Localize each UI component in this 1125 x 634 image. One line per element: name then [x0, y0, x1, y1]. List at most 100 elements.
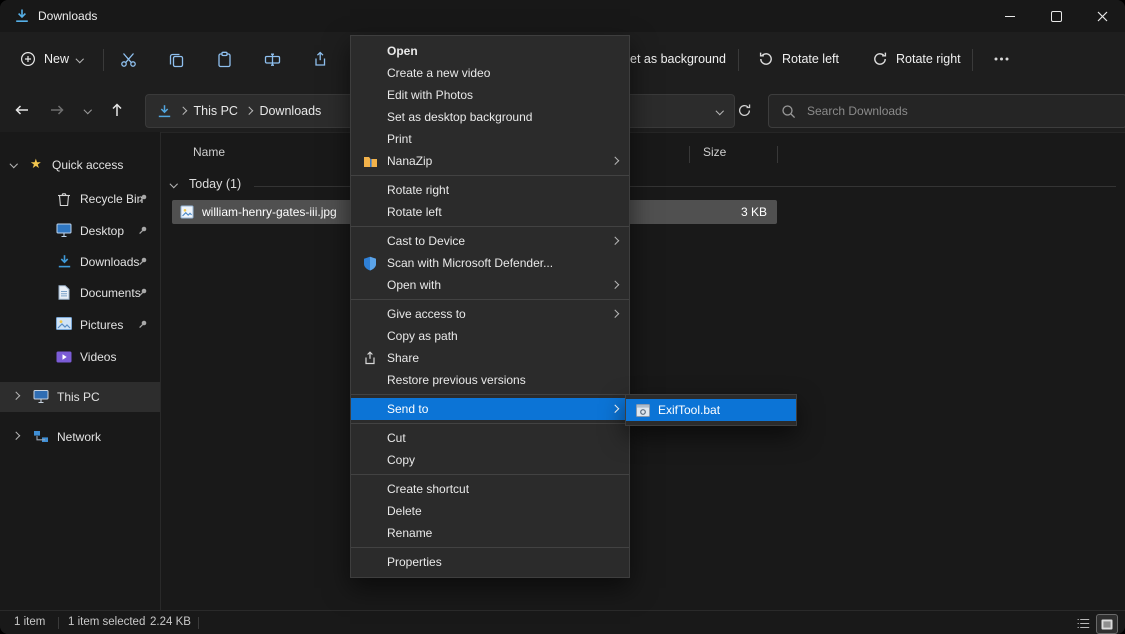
rotate-left-button[interactable]: Rotate left	[748, 43, 849, 75]
up-button[interactable]	[103, 96, 131, 124]
selection-count: 1 item selected	[68, 616, 145, 628]
menu-item-restore-previous-versions[interactable]: Restore previous versions	[351, 369, 629, 391]
chevron-right-icon	[179, 107, 187, 115]
up-icon	[109, 102, 125, 118]
back-icon	[14, 102, 30, 118]
copy-icon	[168, 51, 185, 68]
column-divider[interactable]	[689, 146, 690, 163]
cut-button[interactable]	[109, 43, 147, 75]
refresh-button[interactable]	[730, 96, 758, 124]
sidebar-item-label: Videos	[80, 350, 116, 364]
new-button-label: New	[44, 52, 69, 66]
sidebar-item-videos[interactable]: Videos	[0, 342, 160, 372]
submenu-arrow-icon	[610, 310, 618, 318]
see-more-button[interactable]	[982, 43, 1020, 75]
menu-item-set-as-desktop-background[interactable]: Set as desktop background	[351, 106, 629, 128]
set-as-background-button-clipped[interactable]: et as background	[630, 52, 726, 66]
breadcrumb-this-pc[interactable]: This PC	[194, 104, 238, 118]
minimize-button[interactable]	[987, 0, 1033, 32]
menu-item-send-to[interactable]: Send to	[351, 398, 629, 420]
menu-item-rotate-left[interactable]: Rotate left	[351, 201, 629, 223]
menu-item-open[interactable]: Open	[351, 40, 629, 62]
downloads-icon	[14, 8, 30, 24]
sidebar-item-this-pc[interactable]: This PC	[0, 382, 160, 412]
share-icon	[312, 51, 328, 67]
network-label: Network	[57, 430, 101, 444]
sidebar-item-pictures[interactable]: Pictures	[0, 310, 160, 340]
menu-item-nanazip[interactable]: NanaZip	[351, 150, 629, 172]
menu-item-print[interactable]: Print	[351, 128, 629, 150]
menu-item-create-shortcut[interactable]: Create shortcut	[351, 478, 629, 500]
column-divider[interactable]	[777, 146, 778, 163]
menu-separator	[351, 226, 629, 227]
image-file-icon	[180, 205, 194, 219]
menu-item-rotate-right[interactable]: Rotate right	[351, 179, 629, 201]
rotate-right-button[interactable]: Rotate right	[862, 43, 971, 75]
menu-item-give-access-to[interactable]: Give access to	[351, 303, 629, 325]
menu-item-properties[interactable]: Properties	[351, 551, 629, 573]
menu-item-scan-with-defender[interactable]: Scan with Microsoft Defender...	[351, 252, 629, 274]
downloads-icon	[57, 254, 72, 269]
close-button[interactable]	[1079, 0, 1125, 32]
forward-button[interactable]	[43, 96, 71, 124]
network-icon	[33, 430, 49, 443]
search-box	[768, 94, 1125, 128]
menu-item-share[interactable]: Share	[351, 347, 629, 369]
column-header-name[interactable]: Name	[193, 145, 225, 159]
group-collapse-icon[interactable]	[170, 180, 178, 188]
menu-item-rename[interactable]: Rename	[351, 522, 629, 544]
sidebar-item-recycle-bin[interactable]: Recycle Bin	[0, 184, 160, 214]
sidebar-quick-access[interactable]: ★ Quick access	[0, 150, 160, 180]
sidebar-item-documents[interactable]: Documents	[0, 278, 160, 308]
paste-button[interactable]	[205, 43, 243, 75]
refresh-icon	[737, 103, 752, 118]
star-icon: ★	[30, 156, 42, 172]
menu-item-label: Restore previous versions	[387, 373, 526, 387]
downloads-icon	[157, 104, 172, 119]
chevron-down-icon[interactable]	[10, 160, 18, 168]
submenu-arrow-icon	[610, 405, 618, 413]
rename-button[interactable]	[253, 43, 291, 75]
breadcrumb-downloads[interactable]: Downloads	[259, 104, 321, 118]
submenu-item-exiftool-bat[interactable]: ExifTool.bat	[626, 399, 796, 421]
cut-icon	[120, 51, 137, 68]
menu-item-label: Create shortcut	[387, 482, 469, 496]
share-icon	[362, 350, 378, 366]
sidebar-item-network[interactable]: Network	[0, 422, 160, 452]
chevron-right-icon[interactable]	[12, 432, 20, 440]
sidebar-item-desktop[interactable]: Desktop	[0, 216, 160, 246]
share-button[interactable]	[301, 43, 339, 75]
recent-locations-button[interactable]	[79, 96, 97, 124]
nanazip-icon	[362, 153, 378, 169]
menu-item-cut[interactable]: Cut	[351, 427, 629, 449]
address-dropdown-icon[interactable]	[715, 107, 723, 115]
toolbar-divider	[738, 49, 739, 71]
group-header-label[interactable]: Today (1)	[189, 177, 241, 191]
search-input[interactable]	[805, 103, 1089, 119]
menu-item-edit-with-photos[interactable]: Edit with Photos	[351, 84, 629, 106]
file-size: 3 KB	[741, 205, 767, 219]
menu-item-delete[interactable]: Delete	[351, 500, 629, 522]
details-view-button[interactable]	[1073, 614, 1093, 632]
menu-item-copy[interactable]: Copy	[351, 449, 629, 471]
sidebar-item-downloads[interactable]: Downloads	[0, 247, 160, 277]
back-button[interactable]	[8, 96, 36, 124]
menu-item-cast-to-device[interactable]: Cast to Device	[351, 230, 629, 252]
pictures-icon	[56, 317, 72, 330]
documents-icon	[58, 285, 70, 300]
explorer-window: Downloads New et	[0, 0, 1125, 634]
submenu-item-label: ExifTool.bat	[658, 403, 720, 417]
new-button[interactable]: New	[10, 43, 93, 75]
maximize-button[interactable]	[1033, 0, 1079, 32]
column-header-size[interactable]: Size	[703, 145, 726, 159]
copy-button[interactable]	[157, 43, 195, 75]
menu-item-create-a-new-video[interactable]: Create a new video	[351, 62, 629, 84]
menu-item-copy-as-path[interactable]: Copy as path	[351, 325, 629, 347]
menu-item-open-with[interactable]: Open with	[351, 274, 629, 296]
status-bar: 1 item 1 item selected 2.24 KB	[0, 610, 1125, 634]
videos-icon	[56, 351, 72, 363]
toolbar-divider	[972, 49, 973, 71]
chevron-right-icon[interactable]	[12, 392, 20, 400]
menu-item-label: Cast to Device	[387, 234, 465, 248]
thumbnail-view-button[interactable]	[1096, 614, 1118, 634]
